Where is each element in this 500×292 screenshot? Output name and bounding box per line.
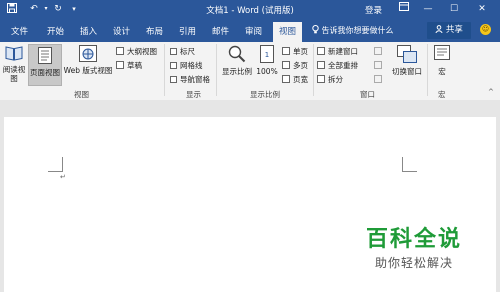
switch-windows-button[interactable]: 切换窗口 bbox=[389, 45, 425, 76]
tab-file[interactable]: 文件 bbox=[11, 25, 28, 37]
ribbon-tabs: 文件 开始 插入 设计 布局 引用 邮件 审阅 视图 告诉我你想要做什么 共享 … bbox=[0, 20, 500, 42]
outline-view-button[interactable]: 大纲视图 bbox=[116, 46, 157, 57]
tab-mailings[interactable]: 邮件 bbox=[212, 25, 229, 37]
person-icon bbox=[435, 25, 446, 35]
tab-insert[interactable]: 插入 bbox=[80, 25, 97, 37]
zoom-100-label: 100% bbox=[256, 67, 278, 76]
multiple-pages-button[interactable]: 多页 bbox=[282, 60, 308, 71]
svg-text:1: 1 bbox=[265, 51, 269, 59]
macros-icon bbox=[431, 45, 453, 65]
watermark-subtitle: 助你轻松解决 bbox=[375, 256, 454, 270]
lightbulb-icon bbox=[312, 25, 322, 35]
tell-me-box[interactable]: 告诉我你想要做什么 bbox=[312, 25, 394, 36]
magnifier-icon bbox=[219, 45, 255, 65]
macros-group-label: 宏 bbox=[438, 90, 446, 99]
crop-mark-right bbox=[402, 157, 417, 172]
print-layout-icon bbox=[29, 47, 61, 66]
ribbon-view: 阅读视图 页面视图 Web 版式视图 大纲视图 草稿 视图 标尺 网格线 导航窗… bbox=[0, 42, 500, 101]
split-icon bbox=[317, 75, 325, 83]
arrange-all-icon bbox=[317, 61, 325, 69]
gridlines-check-icon bbox=[170, 62, 177, 69]
tab-design[interactable]: 设计 bbox=[113, 25, 130, 37]
zoom-100-icon: 1 bbox=[256, 45, 278, 65]
web-layout-label: Web 版式视图 bbox=[63, 66, 113, 75]
ruler-checkbox[interactable]: 标尺 bbox=[170, 46, 195, 57]
switch-windows-label: 切换窗口 bbox=[392, 67, 422, 76]
one-page-icon bbox=[282, 47, 290, 55]
collapse-ribbon-icon[interactable]: ^ bbox=[488, 88, 494, 96]
share-label: 共享 bbox=[445, 25, 463, 35]
gridlines-label: 网格线 bbox=[180, 61, 203, 70]
login-link[interactable]: 登录 bbox=[365, 4, 382, 16]
zoom-group-label: 显示比例 bbox=[250, 90, 280, 99]
zoom-button[interactable]: 显示比例 bbox=[219, 45, 255, 76]
multiple-pages-icon bbox=[282, 61, 290, 69]
nav-pane-label: 导航窗格 bbox=[180, 75, 210, 84]
title-bar: ↶ ▾ ↻ ▾ 文档1 - Word (试用版) 登录 — ☐ ✕ bbox=[0, 0, 500, 20]
tab-references[interactable]: 引用 bbox=[179, 25, 196, 37]
one-page-button[interactable]: 单页 bbox=[282, 46, 308, 57]
maximize-button[interactable]: ☐ bbox=[446, 2, 462, 16]
reset-window-position-icon[interactable] bbox=[374, 75, 382, 83]
synchronous-scrolling-icon[interactable] bbox=[374, 61, 382, 69]
multiple-pages-label: 多页 bbox=[293, 61, 308, 70]
group-divider bbox=[164, 44, 165, 96]
arrange-all-button[interactable]: 全部重排 bbox=[317, 60, 358, 71]
page-width-label: 页宽 bbox=[293, 75, 308, 84]
outline-icon bbox=[116, 47, 124, 55]
nav-pane-check-icon bbox=[170, 76, 177, 83]
gridlines-checkbox[interactable]: 网格线 bbox=[170, 60, 203, 71]
read-mode-button[interactable]: 阅读视图 bbox=[2, 45, 26, 83]
ribbon-display-options-icon[interactable] bbox=[396, 2, 412, 16]
tab-view[interactable]: 视图 bbox=[273, 22, 303, 42]
ruler-label: 标尺 bbox=[180, 47, 195, 56]
new-window-label: 新建窗口 bbox=[328, 47, 358, 56]
group-divider bbox=[216, 44, 217, 96]
views-group-label: 视图 bbox=[74, 90, 89, 99]
split-label: 拆分 bbox=[328, 75, 343, 84]
watermark-logo: 百科全说 助你轻松解决 bbox=[366, 221, 462, 271]
page-width-icon bbox=[282, 75, 290, 83]
read-mode-icon bbox=[2, 45, 26, 63]
draft-label: 草稿 bbox=[127, 61, 142, 70]
macros-label: 宏 bbox=[438, 67, 446, 76]
view-side-by-side-icon[interactable] bbox=[374, 47, 382, 55]
group-divider bbox=[427, 44, 428, 96]
zoom-label: 显示比例 bbox=[222, 67, 252, 76]
ruler-check-icon bbox=[170, 48, 177, 55]
arrange-all-label: 全部重排 bbox=[328, 61, 358, 70]
show-group-label: 显示 bbox=[186, 90, 201, 99]
group-divider bbox=[313, 44, 314, 96]
share-button[interactable]: 共享 bbox=[427, 22, 471, 39]
print-layout-button[interactable]: 页面视图 bbox=[28, 44, 62, 86]
web-layout-icon bbox=[62, 45, 114, 64]
macros-button[interactable]: 宏 bbox=[431, 45, 453, 76]
tab-review[interactable]: 审阅 bbox=[245, 25, 262, 37]
window-group-label: 窗口 bbox=[360, 90, 375, 99]
zoom-100-button[interactable]: 1 100% bbox=[256, 45, 278, 76]
split-button[interactable]: 拆分 bbox=[317, 74, 343, 85]
tell-me-text: 告诉我你想要做什么 bbox=[321, 26, 394, 35]
print-layout-label: 页面视图 bbox=[30, 68, 60, 77]
close-button[interactable]: ✕ bbox=[474, 2, 490, 16]
one-page-label: 单页 bbox=[293, 47, 308, 56]
tab-layout[interactable]: 布局 bbox=[146, 25, 163, 37]
tab-home[interactable]: 开始 bbox=[47, 25, 64, 37]
draft-view-button[interactable]: 草稿 bbox=[116, 60, 142, 71]
read-mode-label: 阅读视图 bbox=[2, 65, 26, 83]
new-window-button[interactable]: 新建窗口 bbox=[317, 46, 358, 57]
outline-label: 大纲视图 bbox=[127, 47, 157, 56]
web-layout-button[interactable]: Web 版式视图 bbox=[62, 45, 114, 75]
feedback-smiley-icon[interactable]: ☺ bbox=[480, 24, 491, 35]
draft-icon bbox=[116, 61, 124, 69]
watermark-title: 百科全说 bbox=[366, 227, 463, 252]
switch-windows-icon bbox=[389, 45, 425, 65]
crop-mark-left bbox=[48, 157, 63, 172]
navigation-pane-checkbox[interactable]: 导航窗格 bbox=[170, 74, 210, 85]
paragraph-mark: ↵ bbox=[60, 173, 66, 181]
minimize-button[interactable]: — bbox=[420, 2, 436, 16]
new-window-icon bbox=[317, 47, 325, 55]
page-width-button[interactable]: 页宽 bbox=[282, 74, 308, 85]
